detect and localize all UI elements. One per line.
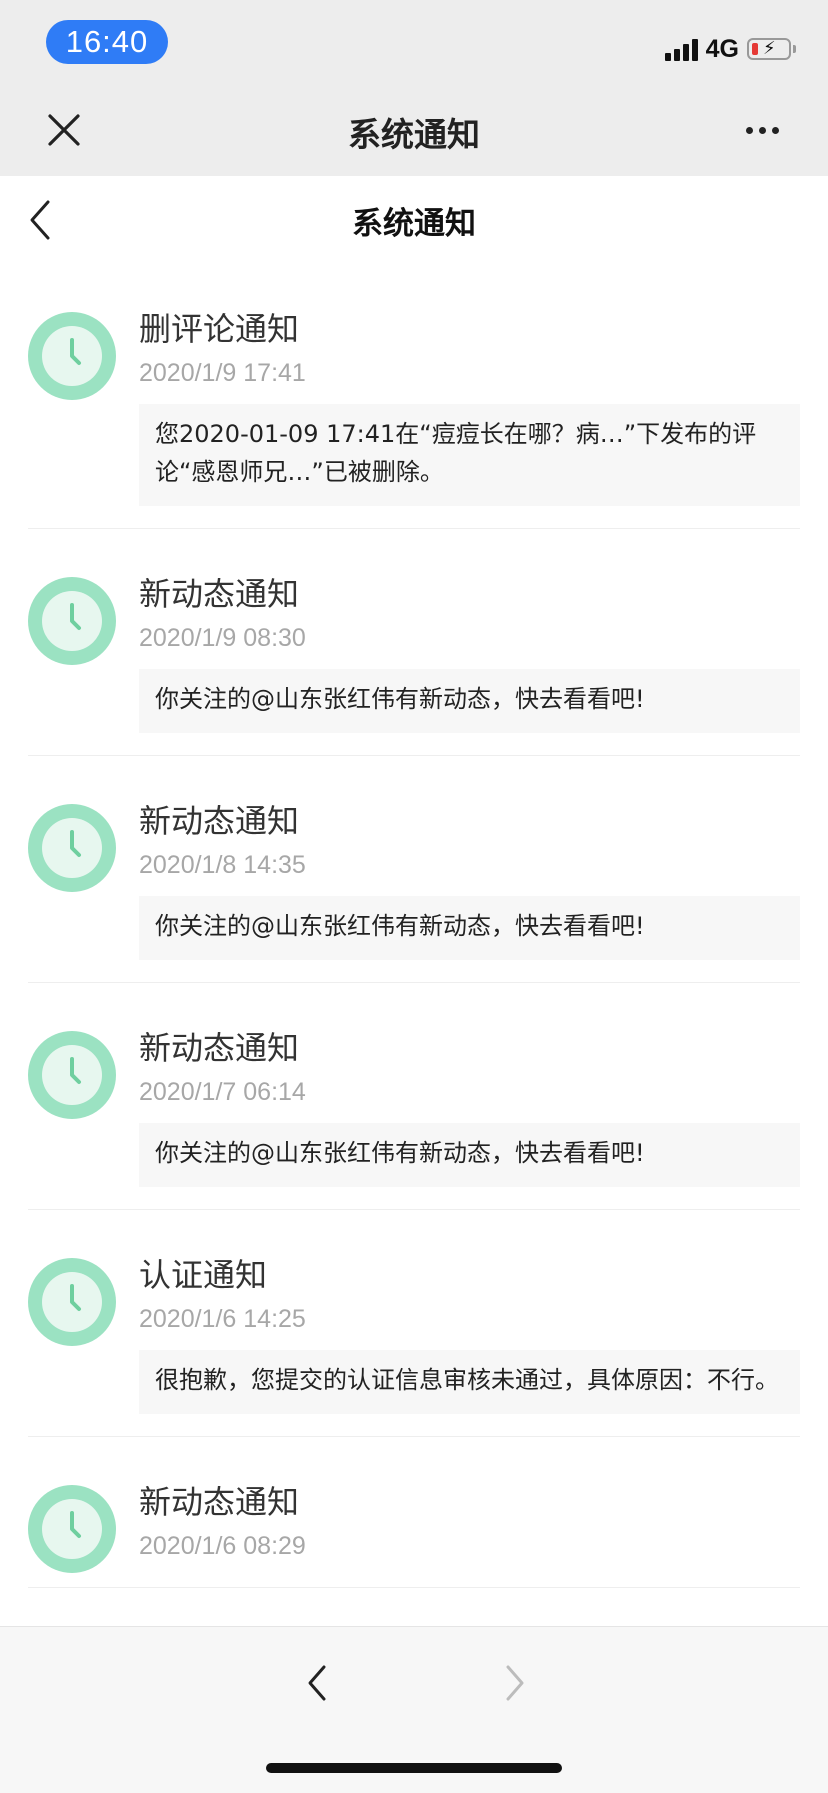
clock-icon	[28, 312, 116, 400]
notification-title: 删评论通知	[139, 310, 300, 348]
notification-time: 2020/1/9 08:30	[139, 624, 306, 652]
notification-title: 新动态通知	[139, 802, 300, 840]
battery-charging-icon: ⚡	[747, 38, 791, 60]
notification-time: 2020/1/8 14:35	[139, 851, 306, 879]
clock-icon	[28, 1485, 116, 1573]
notification-message: 您2020-01-09 17:41在“痘痘长在哪？病…”下发布的评论“感恩师兄……	[139, 404, 800, 506]
chevron-right-icon[interactable]	[496, 1659, 532, 1707]
clock-icon	[28, 577, 116, 665]
notification-title: 新动态通知	[139, 1483, 300, 1521]
notification-time: 2020/1/6 14:25	[139, 1305, 306, 1333]
list-item[interactable]: 新动态通知 2020/1/9 08:30 你关注的@山东张红伟有新动态，快去看看…	[28, 529, 800, 756]
status-icons: 4G ⚡	[664, 34, 796, 64]
notification-time: 2020/1/9 17:41	[139, 359, 306, 387]
notification-message: 你关注的@山东张红伟有新动态，快去看看吧!	[139, 1123, 800, 1187]
notification-message: 很抱歉，您提交的认证信息审核未通过，具体原因：不行。	[139, 1350, 800, 1414]
status-time: 16:40	[46, 20, 168, 64]
notification-message: 你关注的@山东张红伟有新动态，快去看看吧!	[139, 896, 800, 960]
page-title: 系统通知	[352, 206, 476, 242]
notification-time: 2020/1/6 08:29	[139, 1532, 306, 1560]
more-icon[interactable]	[746, 118, 790, 142]
network-label: 4G	[705, 34, 739, 63]
clock-icon	[28, 1258, 116, 1346]
signal-icon	[664, 37, 698, 61]
notification-title: 新动态通知	[139, 575, 300, 613]
notification-title: 认证通知	[139, 1256, 268, 1294]
list-item[interactable]: 新动态通知 2020/1/7 06:14 你关注的@山东张红伟有新动态，快去看看…	[28, 983, 800, 1210]
webview-title: 系统通知	[348, 115, 480, 154]
list-item[interactable]: 新动态通知 2020/1/8 14:35 你关注的@山东张红伟有新动态，快去看看…	[28, 756, 800, 983]
notification-time: 2020/1/7 06:14	[139, 1078, 306, 1106]
list-item[interactable]: 新动态通知 2020/1/6 08:29	[28, 1437, 800, 1588]
notification-title: 新动态通知	[139, 1029, 300, 1067]
clock-icon	[28, 1031, 116, 1119]
list-item[interactable]: 删评论通知 2020/1/9 17:41 您2020-01-09 17:41在“…	[28, 264, 800, 529]
chevron-left-icon[interactable]	[300, 1659, 336, 1707]
page-header: 系统通知	[0, 176, 828, 264]
notification-message: 你关注的@山东张红伟有新动态，快去看看吧!	[139, 669, 800, 733]
notification-list[interactable]: 删评论通知 2020/1/9 17:41 您2020-01-09 17:41在“…	[0, 264, 828, 1626]
list-item[interactable]: 认证通知 2020/1/6 14:25 很抱歉，您提交的认证信息审核未通过，具体…	[28, 1210, 800, 1437]
webview-top-shell: 16:40 4G ⚡ 系统通知	[0, 0, 828, 176]
clock-icon	[28, 804, 116, 892]
home-indicator[interactable]	[266, 1763, 562, 1773]
